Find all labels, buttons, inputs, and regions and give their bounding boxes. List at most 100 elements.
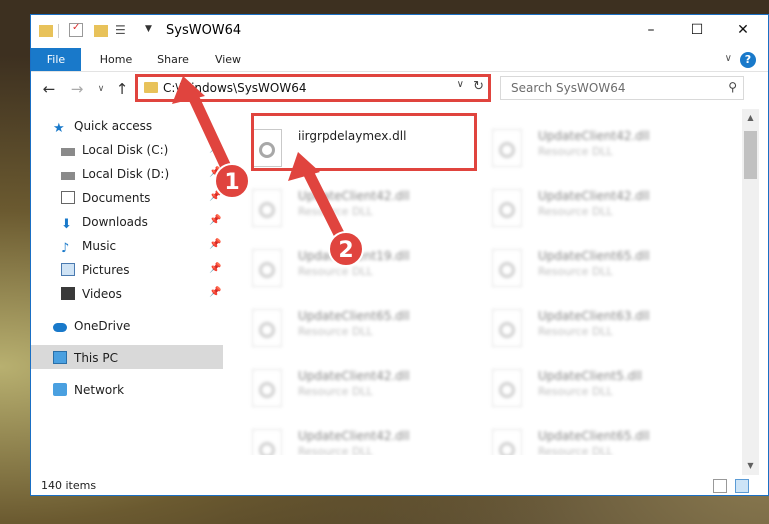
file-name: UpdateClient63.dll xyxy=(538,309,650,323)
pictures-icon xyxy=(61,263,75,276)
navigation-bar: ← → ∨ ↑ C:\Windows\SysWOW64 ∨ ↻ Search S… xyxy=(31,72,768,106)
file-name: UpdateClient65.dll xyxy=(298,309,410,323)
file-type: Resource DLL xyxy=(538,265,613,278)
status-bar: 140 items xyxy=(31,475,768,495)
sidebar-item-pictures[interactable]: Pictures xyxy=(61,259,130,281)
up-icon[interactable]: ↑ xyxy=(112,79,132,99)
large-icons-view-icon[interactable] xyxy=(735,479,749,493)
file-item[interactable]: UpdateClient65.dll Resource DLL xyxy=(226,299,456,355)
download-icon: ⬇ xyxy=(61,217,72,232)
file-type: Resource DLL xyxy=(538,445,613,455)
help-icon[interactable]: ? xyxy=(740,52,756,68)
sidebar-item-documents[interactable]: Documents xyxy=(61,187,150,209)
maximize-button[interactable]: ☐ xyxy=(674,15,720,46)
close-button[interactable]: ✕ xyxy=(720,15,766,46)
file-item[interactable]: UpdateClient42.dll Resource DLL xyxy=(226,359,456,415)
pin-icon[interactable]: 📌 xyxy=(209,215,221,226)
dll-file-icon xyxy=(252,309,282,347)
file-type: Resource DLL xyxy=(298,325,373,338)
gear-icon xyxy=(259,442,275,455)
file-type: Resource DLL xyxy=(538,205,613,218)
sidebar-item-network[interactable]: Network xyxy=(53,379,124,401)
file-item[interactable]: UpdateClient65.dll Resource DLL xyxy=(466,419,696,455)
dll-file-icon xyxy=(252,249,282,287)
cloud-icon xyxy=(53,323,67,332)
sidebar-item-local-disk-c[interactable]: Local Disk (C:) xyxy=(61,139,168,161)
file-type: Resource DLL xyxy=(298,265,373,278)
file-item[interactable]: UpdateClient42.dll Resource DLL xyxy=(466,179,696,235)
properties-icon[interactable]: ✓ xyxy=(69,22,83,37)
file-type: Resource DLL xyxy=(538,385,613,398)
scrollbar-thumb[interactable] xyxy=(744,131,757,179)
file-type: Resource DLL xyxy=(298,385,373,398)
search-input[interactable]: Search SysWOW64 ⚲ xyxy=(500,76,744,100)
new-folder-icon[interactable] xyxy=(94,25,108,37)
tab-view[interactable]: View xyxy=(203,48,253,71)
dll-file-icon xyxy=(252,429,282,455)
drive-icon xyxy=(61,172,75,180)
pin-icon[interactable]: 📌 xyxy=(209,287,221,298)
pin-icon[interactable]: 📌 xyxy=(209,263,221,274)
file-type: Resource DLL xyxy=(298,205,373,218)
file-item[interactable]: UpdateClient5.dll Resource DLL xyxy=(466,359,696,415)
gear-icon xyxy=(259,262,275,278)
file-name: UpdateClient5.dll xyxy=(538,369,642,383)
sidebar-item-downloads[interactable]: ⬇ Downloads xyxy=(61,211,148,233)
gear-icon xyxy=(499,382,515,398)
expand-ribbon-icon[interactable]: ∨ xyxy=(725,53,732,64)
sidebar-item-videos[interactable]: Videos xyxy=(61,283,122,305)
vertical-scrollbar[interactable]: ▲ ▼ xyxy=(742,109,759,475)
file-name: UpdateClient42.dll xyxy=(298,429,410,443)
search-icon[interactable]: ⚲ xyxy=(728,80,737,94)
dll-file-icon xyxy=(492,249,522,287)
file-item[interactable]: UpdateClient42.dll Resource DLL xyxy=(226,179,456,235)
file-type: Resource DLL xyxy=(538,325,613,338)
pin-icon[interactable]: 📌 xyxy=(209,143,221,154)
file-highlight-box xyxy=(251,113,477,171)
scroll-down-icon[interactable]: ▼ xyxy=(742,461,759,470)
file-item[interactable]: UpdateClient42.dll Resource DLL xyxy=(226,419,456,455)
file-item[interactable]: UpdateClient63.dll Resource DLL xyxy=(466,299,696,355)
file-item[interactable]: UpdateClient42.dll Resource DLL xyxy=(466,119,696,175)
tab-file[interactable]: File xyxy=(31,48,81,71)
sidebar-item-this-pc[interactable]: This PC xyxy=(53,347,118,369)
file-item[interactable]: UpdateClient65.dll Resource DLL xyxy=(466,239,696,295)
callout-badge-1: 1 xyxy=(214,163,250,199)
window-title: SysWOW64 xyxy=(166,23,242,38)
file-name: UpdateClient42.dll xyxy=(298,369,410,383)
back-icon[interactable]: ← xyxy=(39,79,59,99)
computer-icon xyxy=(53,351,67,364)
star-icon: ★ xyxy=(53,121,65,136)
navigation-pane: ★ Quick access Local Disk (C:) 📌 Local Di… xyxy=(31,109,223,455)
dll-file-icon xyxy=(492,369,522,407)
file-name: UpdateClient42.dll xyxy=(538,129,650,143)
search-placeholder: Search SysWOW64 xyxy=(511,81,626,95)
documents-icon xyxy=(61,191,75,204)
sidebar-item-music[interactable]: ♪ Music xyxy=(61,235,116,257)
minimize-button[interactable]: – xyxy=(628,15,674,46)
dll-file-icon xyxy=(492,129,522,167)
customize-toolbar-icon[interactable]: ☰ xyxy=(115,23,129,37)
scroll-up-icon[interactable]: ▲ xyxy=(742,113,759,122)
dll-file-icon xyxy=(492,189,522,227)
dll-file-icon xyxy=(492,309,522,347)
gear-icon xyxy=(499,202,515,218)
file-name: UpdateClient65.dll xyxy=(538,249,650,263)
ribbon-tabs: File Home Share View ∨ ? xyxy=(31,48,768,72)
file-list: iirgrpdelaymex.dll UpdateClient42.dll Re… xyxy=(226,109,741,455)
details-view-icon[interactable] xyxy=(713,479,727,493)
callout-badge-2: 2 xyxy=(328,231,364,267)
forward-icon[interactable]: → xyxy=(67,79,87,99)
gear-icon xyxy=(499,142,515,158)
sidebar-item-quick-access[interactable]: ★ Quick access xyxy=(53,115,152,137)
recent-locations-icon[interactable]: ∨ xyxy=(91,79,111,99)
file-type: Resource DLL xyxy=(538,145,613,158)
pin-icon[interactable]: 📌 xyxy=(209,239,221,250)
tab-home[interactable]: Home xyxy=(91,48,141,71)
sidebar-item-onedrive[interactable]: OneDrive xyxy=(53,315,130,337)
chevron-down-icon[interactable]: ▼ xyxy=(145,24,152,34)
file-name: UpdateClient42.dll xyxy=(298,189,410,203)
sidebar-item-local-disk-d[interactable]: Local Disk (D:) xyxy=(61,163,169,185)
title-bar[interactable]: ✓ ☰ ▼ SysWOW64 – ☐ ✕ xyxy=(31,15,768,48)
tab-share[interactable]: Share xyxy=(148,48,198,71)
